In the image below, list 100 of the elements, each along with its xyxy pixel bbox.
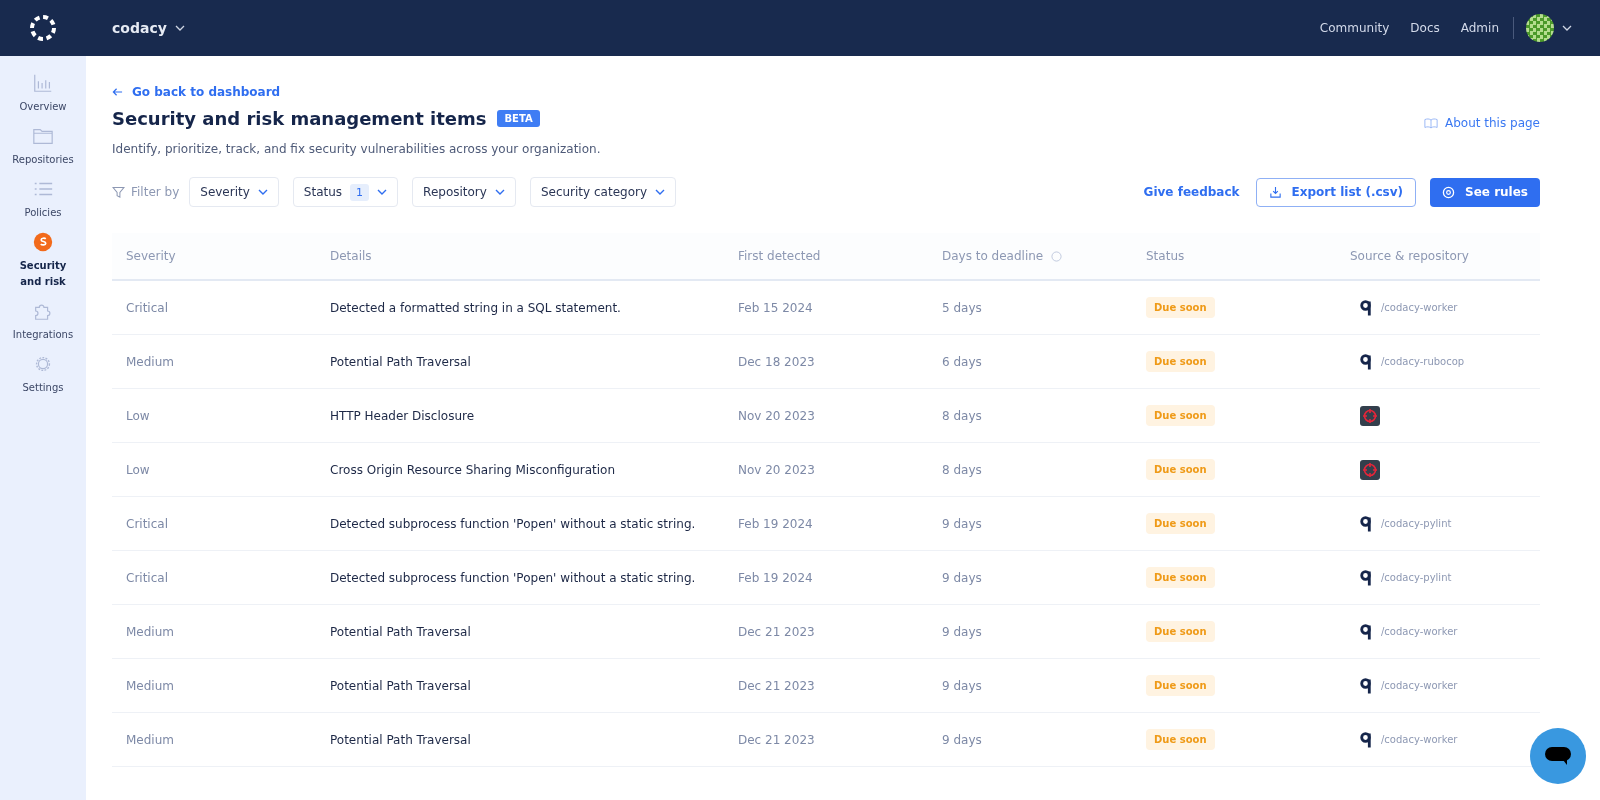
- export-button[interactable]: Export list (.csv): [1255, 177, 1417, 207]
- caret-icon: [655, 189, 665, 195]
- column-header: First detected: [738, 249, 821, 263]
- details-cell: Potential Path Traversal: [330, 624, 471, 639]
- sidebar-item[interactable]: Settings: [3, 353, 83, 396]
- repository-name: /codacy-pylint: [1381, 518, 1452, 529]
- status-badge: Due soon: [1146, 513, 1215, 534]
- sidebar-item[interactable]: Repositories: [3, 125, 83, 168]
- sidebar-item[interactable]: Overview: [3, 72, 83, 115]
- deadline-cell: 8 days: [942, 462, 982, 477]
- details-cell: Potential Path Traversal: [330, 678, 471, 693]
- details-cell: Potential Path Traversal: [330, 732, 471, 747]
- status-badge: Due soon: [1146, 405, 1215, 426]
- severity-cell: Critical: [126, 516, 168, 531]
- column-header: Source & repository: [1350, 249, 1469, 263]
- column-header: Severity: [126, 249, 176, 263]
- back-link[interactable]: Go back to dashboard: [112, 85, 281, 99]
- details-cell: Detected subprocess function 'Popen' without a static string.: [330, 570, 696, 585]
- details-cell: HTTP Header Disclosure: [330, 408, 475, 423]
- nav-link[interactable]: Admin: [1460, 21, 1499, 35]
- feedback-link[interactable]: Give feedback: [1143, 185, 1240, 199]
- crosshair-icon: [1360, 405, 1380, 426]
- status-badge: Due soon: [1146, 729, 1215, 750]
- filter-dropdown[interactable]: Security category: [529, 177, 676, 207]
- about-link[interactable]: About this page: [1424, 116, 1540, 130]
- beta-badge: BETA: [497, 109, 540, 127]
- caret-icon: [494, 189, 505, 195]
- deadline-cell: 8 days: [942, 408, 982, 423]
- sidebar-item[interactable]: Integrations: [3, 300, 83, 343]
- severity-cell: Medium: [126, 678, 174, 693]
- details-cell: Cross Origin Resource Sharing Misconfiguration: [330, 462, 616, 477]
- crosshair-icon: [1360, 459, 1380, 480]
- q-logo-icon: [1360, 515, 1372, 532]
- deadline-cell: 6 days: [942, 354, 982, 369]
- logo-icon[interactable]: [28, 13, 58, 43]
- filter-dropdown[interactable]: Repository: [412, 177, 516, 207]
- column-header: Details: [330, 249, 372, 263]
- q-logo-icon: [1360, 353, 1372, 370]
- target-icon: [1442, 185, 1456, 199]
- avatar[interactable]: [1526, 14, 1554, 42]
- q-logo-icon: [1360, 731, 1372, 748]
- date-cell: Dec 21 2023: [738, 678, 815, 693]
- status-badge: Due soon: [1146, 567, 1215, 588]
- repository-name: /codacy-worker: [1381, 626, 1458, 637]
- status-badge: Due soon: [1146, 297, 1215, 318]
- status-badge: Due soon: [1146, 621, 1215, 642]
- severity-cell: Medium: [126, 732, 174, 747]
- sidebar-item[interactable]: Security and risk: [3, 231, 83, 290]
- chat-bubble-icon: [1544, 746, 1572, 766]
- date-cell: Nov 20 2023: [738, 408, 815, 423]
- q-logo-icon: [1360, 623, 1372, 640]
- repository-name: /codacy-worker: [1381, 680, 1458, 691]
- severity-cell: Low: [126, 462, 150, 477]
- repository-name: /codacy-worker: [1381, 302, 1458, 313]
- severity-cell: Medium: [126, 354, 174, 369]
- severity-cell: Low: [126, 408, 150, 423]
- repository-name: /codacy-worker: [1381, 734, 1458, 745]
- repository-name: /codacy-pylint: [1381, 572, 1452, 583]
- q-logo-icon: [1360, 569, 1372, 586]
- download-icon: [1268, 185, 1282, 199]
- page-title: Security and risk management items: [112, 107, 487, 129]
- organization-dropdown[interactable]: codacy: [112, 20, 185, 36]
- status-badge: Due soon: [1146, 351, 1215, 372]
- book-icon: [1424, 117, 1438, 129]
- caret-icon: [174, 25, 185, 31]
- details-cell: Detected a formatted string in a SQL statement.: [330, 300, 621, 315]
- deadline-cell: 5 days: [942, 300, 982, 315]
- date-cell: Feb 15 2024: [738, 300, 813, 315]
- status-badge: Due soon: [1146, 675, 1215, 696]
- caret-icon[interactable]: [1562, 25, 1572, 31]
- q-logo-icon: [1360, 299, 1372, 316]
- date-cell: Nov 20 2023: [738, 462, 815, 477]
- filter-label: Filter by: [131, 185, 180, 199]
- chat-button[interactable]: [1530, 728, 1586, 784]
- security-badge-icon: [32, 231, 54, 253]
- arrow-left-icon: [112, 87, 123, 97]
- filter-dropdown[interactable]: Status 1: [292, 177, 399, 207]
- repository-name: /codacy-rubocop: [1381, 356, 1465, 367]
- filter-icon: [112, 185, 125, 199]
- severity-cell: Critical: [126, 300, 168, 315]
- caret-icon: [257, 189, 268, 195]
- nav-link[interactable]: Docs: [1410, 21, 1440, 35]
- status-badge: Due soon: [1146, 459, 1215, 480]
- filter-dropdown[interactable]: Severity: [189, 177, 279, 207]
- q-logo-icon: [1360, 677, 1372, 694]
- deadline-cell: 9 days: [942, 570, 982, 585]
- nav-link[interactable]: Community: [1319, 21, 1390, 35]
- sidebar-item[interactable]: Policies: [3, 178, 83, 221]
- deadline-cell: 9 days: [942, 678, 982, 693]
- bar-chart-icon: [32, 72, 54, 94]
- column-header: Status: [1146, 249, 1185, 263]
- date-cell: Dec 21 2023: [738, 624, 815, 639]
- deadline-cell: 9 days: [942, 624, 982, 639]
- date-cell: Dec 21 2023: [738, 732, 815, 747]
- see-rules-button[interactable]: See rules: [1430, 177, 1540, 207]
- details-cell: Potential Path Traversal: [330, 354, 471, 369]
- column-header: Days to deadline: [942, 249, 1044, 263]
- page-description: Identify, prioritize, track, and fix security vulnerabilities across your organization.: [112, 142, 602, 156]
- deadline-cell: 9 days: [942, 732, 982, 747]
- date-cell: Dec 18 2023: [738, 354, 815, 369]
